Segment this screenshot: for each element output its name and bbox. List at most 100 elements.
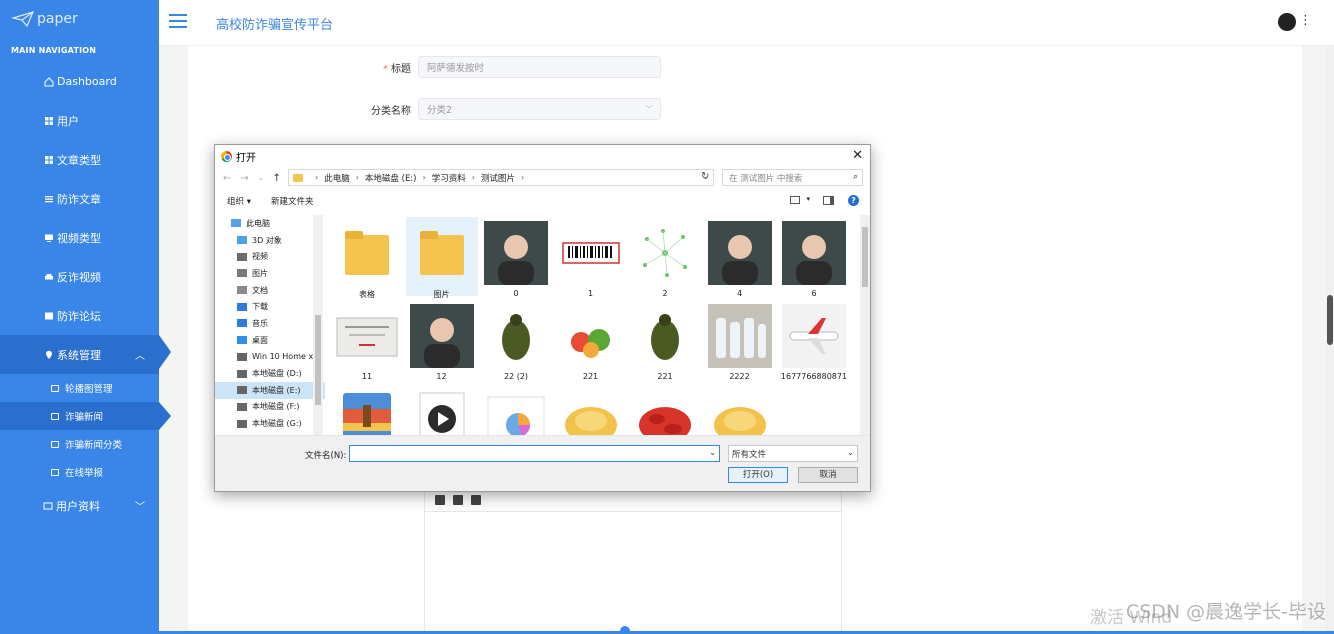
image-icon: [237, 269, 247, 278]
back-arrow-icon[interactable]: ←: [223, 173, 231, 184]
tree-item[interactable]: 图片: [215, 265, 325, 282]
file-item[interactable]: 4: [704, 217, 776, 298]
drive-icon: [237, 402, 247, 411]
link-icon[interactable]: [435, 494, 445, 505]
sidebar-item-label: 系统管理: [57, 348, 101, 362]
file-item[interactable]: 2: [629, 217, 701, 298]
sidebar-subitem-label: 诈骗新闻: [65, 412, 104, 423]
search-icon: ⌕: [852, 172, 858, 182]
tree-item[interactable]: 3D 对象: [215, 232, 325, 249]
filename-input[interactable]: ⌄: [349, 445, 720, 462]
more-vertical-icon[interactable]: ⋮: [1299, 13, 1312, 28]
close-icon[interactable]: ✕: [852, 148, 863, 163]
video-icon[interactable]: [471, 494, 481, 505]
category-select[interactable]: 分类2 ﹀: [418, 98, 661, 120]
file-thumbnail: [707, 387, 772, 435]
tree-item[interactable]: 音乐: [215, 315, 325, 332]
file-item[interactable]: 1: [555, 217, 627, 298]
up-arrow-icon[interactable]: ↑: [273, 173, 281, 184]
organize-button[interactable]: 组织 ▾: [227, 195, 251, 207]
file-item[interactable]: [406, 383, 478, 435]
file-thumbnail: [558, 304, 623, 368]
sidebar-item-forum[interactable]: 防诈论坛: [0, 296, 159, 335]
tree-item[interactable]: 桌面: [215, 332, 325, 349]
file-item[interactable]: 2222: [704, 300, 776, 381]
sidebar-subitem-carousel[interactable]: 轮播图管理: [0, 374, 159, 402]
view-options-icon[interactable]: [790, 196, 800, 204]
form-row-category: 分类名称 分类2 ﹀: [188, 98, 661, 120]
file-item[interactable]: 12: [406, 300, 478, 381]
tree-item[interactable]: Win 10 Home x: [215, 349, 325, 366]
file-item[interactable]: 6: [778, 217, 850, 298]
sidebar-item-anti-fraud-videos[interactable]: 反诈视频: [0, 257, 159, 296]
menu-toggle-icon[interactable]: [169, 14, 187, 28]
breadcrumb-item[interactable]: 学习资料: [432, 172, 466, 184]
chevron-down-icon: ﹀: [645, 105, 653, 114]
cancel-button[interactable]: 取消: [798, 467, 858, 483]
brand-logo[interactable]: paper: [0, 0, 159, 38]
refresh-icon[interactable]: ↻: [701, 171, 709, 182]
page-scrollbar[interactable]: [1326, 46, 1334, 634]
tree-item-label: 桌面: [252, 335, 268, 345]
preview-pane-icon[interactable]: [823, 196, 834, 205]
avatar[interactable]: [1278, 13, 1296, 31]
tree-item[interactable]: 本地磁盘 (G:): [215, 415, 325, 432]
tree-item[interactable]: 文档: [215, 282, 325, 299]
file-item[interactable]: [480, 383, 552, 435]
sidebar-item-users[interactable]: 用户: [0, 101, 159, 140]
new-folder-button[interactable]: 新建文件夹: [271, 195, 314, 207]
filetype-select[interactable]: 所有文件 ⌄: [728, 445, 858, 462]
forward-arrow-icon[interactable]: →: [240, 173, 248, 184]
folder-icon: [51, 384, 59, 392]
file-item[interactable]: [704, 383, 776, 435]
tree-item[interactable]: 本地磁盘 (E:): [215, 381, 325, 399]
image-icon[interactable]: [453, 494, 463, 505]
file-item[interactable]: 22 (2): [480, 300, 552, 381]
file-item[interactable]: 11: [331, 300, 403, 381]
sidebar-item-article-types[interactable]: 文章类型: [0, 140, 159, 179]
file-item[interactable]: 0: [480, 217, 552, 298]
sidebar-subitem-fraud-news[interactable]: 诈骗新闻: [0, 402, 171, 430]
sidebar-item-system-management[interactable]: 系统管理 ︿: [0, 335, 171, 374]
search-input[interactable]: 在 测试图片 中搜索 ⌕: [722, 169, 863, 186]
scrollbar-thumb[interactable]: [1327, 295, 1333, 345]
file-item[interactable]: [629, 383, 701, 435]
chevron-down-icon[interactable]: ▾: [806, 195, 810, 203]
tree-scrollbar[interactable]: [313, 215, 323, 435]
tree-item[interactable]: 下载: [215, 298, 325, 315]
file-item[interactable]: 221: [555, 300, 627, 381]
document-icon: [237, 286, 247, 295]
file-item[interactable]: [331, 383, 403, 435]
file-item[interactable]: 221: [629, 300, 701, 381]
scroll-indicator[interactable]: [620, 626, 630, 634]
sidebar-item-user-profile[interactable]: 用户资料 ﹀: [0, 486, 159, 525]
file-item[interactable]: 图片: [405, 217, 478, 299]
file-item[interactable]: 1677766880871: [778, 300, 850, 381]
files-scrollbar[interactable]: [860, 215, 870, 435]
file-item[interactable]: [555, 383, 627, 435]
tree-item[interactable]: 本地磁盘 (D:): [215, 365, 325, 382]
tree-item[interactable]: 此电脑: [215, 215, 325, 232]
breadcrumb-item[interactable]: 测试图片: [481, 172, 515, 184]
file-name: 221: [582, 372, 599, 381]
file-item[interactable]: 表格: [331, 217, 403, 299]
rich-text-editor[interactable]: [424, 487, 842, 634]
open-button[interactable]: 打开(O): [728, 467, 788, 483]
tree-item[interactable]: 视频: [215, 248, 325, 265]
address-box[interactable]: › 此电脑 › 本地磁盘 (E:) › 学习资料 › 测试图片 › ⌄: [288, 169, 714, 186]
title-input[interactable]: 阿萨德发按时: [418, 56, 661, 78]
file-thumbnail: [335, 387, 399, 435]
help-icon[interactable]: ?: [848, 195, 859, 206]
folder-icon: [51, 412, 59, 420]
tree-item[interactable]: 本地磁盘 (F:): [215, 399, 325, 416]
file-thumbnail: [410, 387, 474, 435]
sidebar-item-video-types[interactable]: 视频类型: [0, 218, 159, 257]
sidebar-item-dashboard[interactable]: Dashboard: [0, 62, 159, 101]
sidebar: paper MAIN NAVIGATION Dashboard 用户 文章类型 …: [0, 0, 171, 634]
breadcrumb-item[interactable]: 本地磁盘 (E:): [365, 172, 417, 184]
sidebar-item-fraud-articles[interactable]: 防诈文章: [0, 179, 159, 218]
breadcrumb-item[interactable]: 此电脑: [324, 172, 350, 184]
recent-chevron-icon[interactable]: ⌄: [258, 174, 264, 182]
sidebar-subitem-online-report[interactable]: 在线举报: [0, 458, 159, 486]
sidebar-subitem-news-category[interactable]: 诈骗新闻分类: [0, 430, 159, 458]
